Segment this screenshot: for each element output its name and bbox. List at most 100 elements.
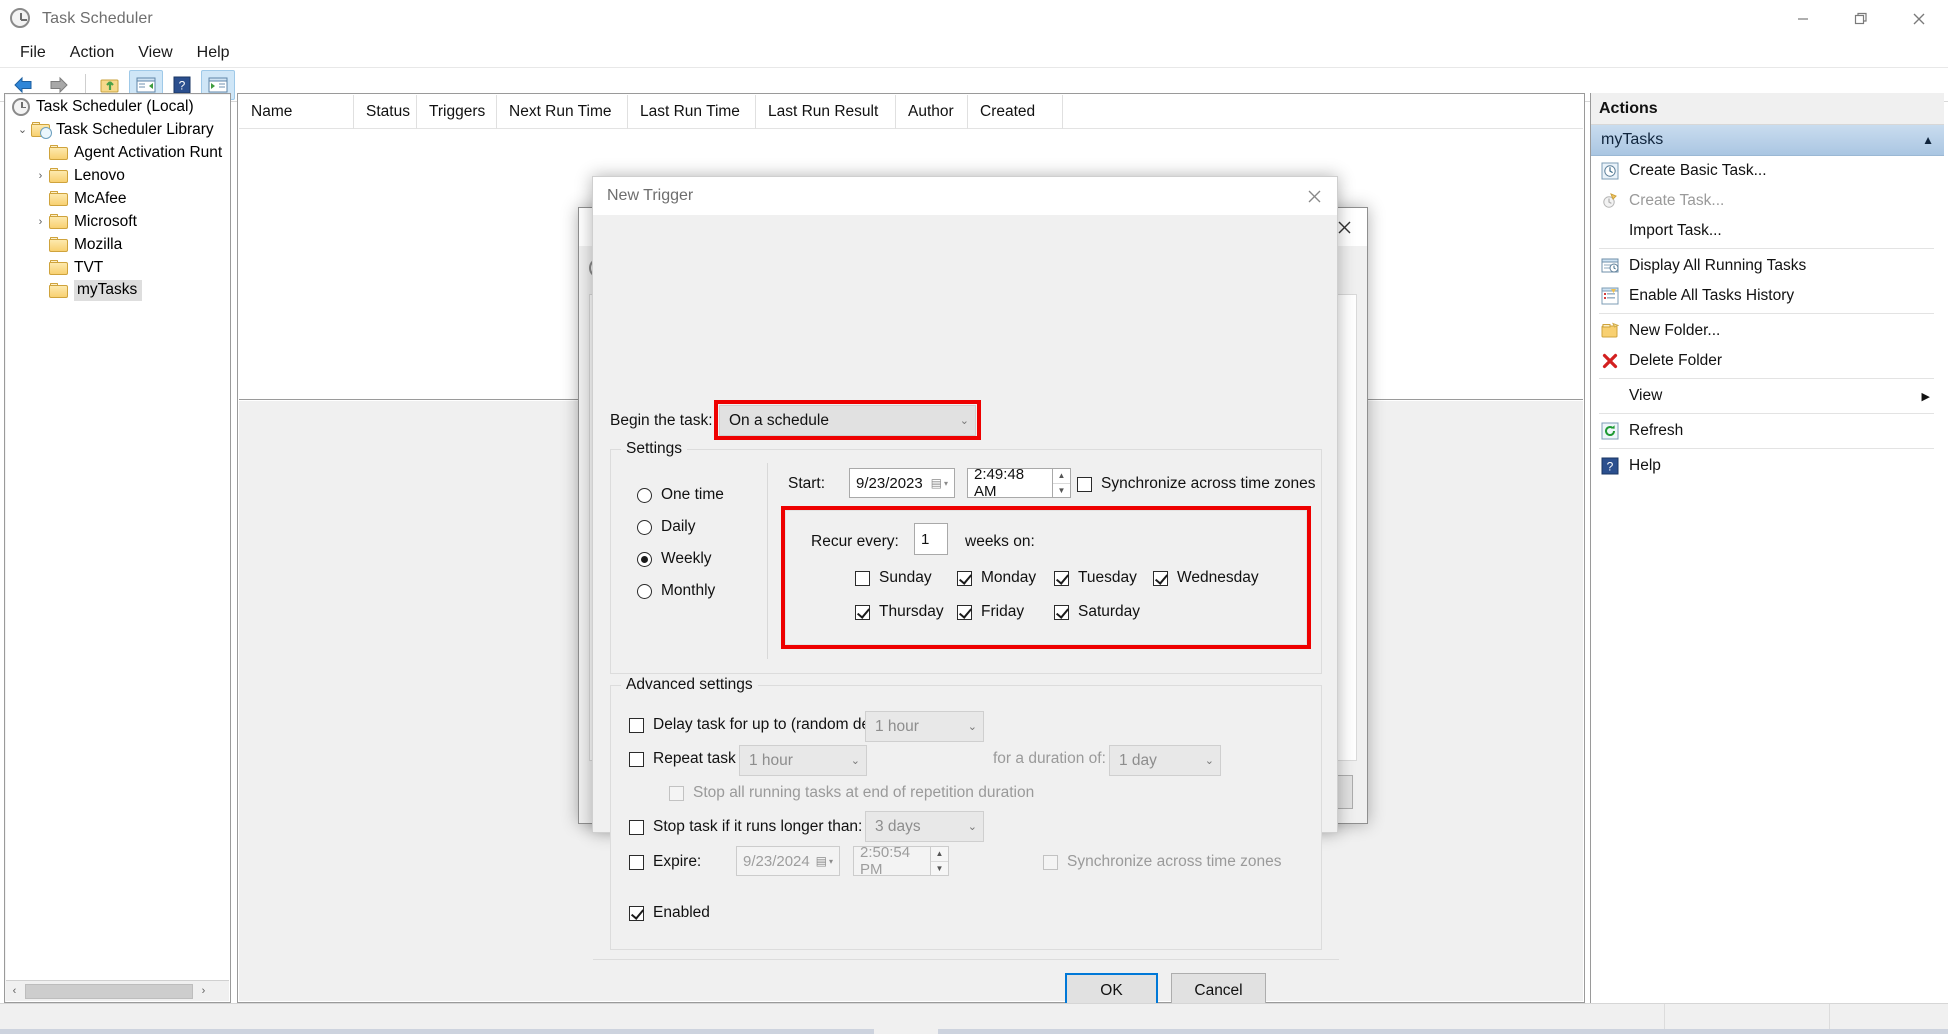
menu-action[interactable]: Action: [58, 41, 126, 65]
checkbox-icon[interactable]: [629, 717, 644, 733]
expire-date-field[interactable]: 9/23/2024 ▤ ▾: [736, 846, 840, 876]
spinner-up-arrow-icon[interactable]: ▲: [1053, 469, 1070, 484]
radio-button-icon[interactable]: [637, 551, 652, 567]
column-header-last-run-time[interactable]: Last Run Time: [628, 94, 756, 129]
day-checkbox-tuesday[interactable]: Tuesday: [1054, 569, 1137, 587]
menu-view[interactable]: View: [126, 41, 184, 65]
chevron-right-icon[interactable]: ▶: [1922, 390, 1930, 403]
checkbox-icon[interactable]: [629, 905, 644, 921]
column-header-author[interactable]: Author: [896, 94, 968, 129]
radio-daily[interactable]: Daily: [637, 511, 747, 543]
minimize-button[interactable]: [1774, 0, 1832, 38]
chevron-right-icon[interactable]: ›: [32, 170, 49, 182]
action-import-task[interactable]: Import Task...: [1591, 216, 1944, 246]
checkbox-icon[interactable]: [1054, 570, 1069, 586]
actions-group-mytasks[interactable]: myTasks ▲: [1591, 125, 1944, 156]
chevron-down-icon[interactable]: ⌄: [960, 414, 969, 427]
tree-item-mcafee[interactable]: McAfee: [6, 187, 229, 210]
delay-task-combobox[interactable]: 1 hour ⌄: [865, 711, 984, 742]
scroll-left-arrow-icon[interactable]: ‹: [6, 985, 23, 997]
maximize-restore-button[interactable]: [1832, 0, 1890, 38]
spinner-up-arrow-icon[interactable]: ▲: [931, 847, 948, 862]
recur-every-input[interactable]: 1: [914, 523, 948, 555]
day-checkbox-friday[interactable]: Friday: [957, 603, 1024, 621]
expire-time-field[interactable]: 2:50:54 PM: [853, 844, 931, 878]
day-checkbox-monday[interactable]: Monday: [957, 569, 1036, 587]
radio-one-time[interactable]: One time: [637, 479, 747, 511]
checkbox-icon[interactable]: [855, 570, 870, 586]
checkbox-icon[interactable]: [629, 819, 644, 835]
radio-button-icon[interactable]: [637, 583, 652, 599]
spinner-down-arrow-icon[interactable]: ▼: [1053, 484, 1070, 498]
expire-checkbox-row[interactable]: Expire:: [629, 853, 701, 871]
duration-combobox[interactable]: 1 day ⌄: [1109, 745, 1221, 776]
tree-item-lenovo[interactable]: › Lenovo: [6, 164, 229, 187]
sync-timezones-checkbox-row[interactable]: Synchronize across time zones: [1077, 475, 1316, 493]
action-create-task[interactable]: Create Task...: [1591, 186, 1944, 216]
radio-button-icon[interactable]: [637, 487, 652, 503]
day-checkbox-sunday[interactable]: Sunday: [855, 569, 932, 587]
expire-sync-timezones-checkbox-row[interactable]: Synchronize across time zones: [1043, 853, 1282, 871]
chevron-down-icon[interactable]: ⌄: [1205, 754, 1214, 767]
action-view[interactable]: View ▶: [1591, 381, 1944, 411]
tree-item-root[interactable]: Task Scheduler (Local): [6, 95, 229, 118]
action-new-folder[interactable]: New Folder...: [1591, 316, 1944, 346]
scroll-right-arrow-icon[interactable]: ›: [195, 985, 212, 997]
checkbox-icon[interactable]: [957, 604, 972, 620]
spinner-down-arrow-icon[interactable]: ▼: [931, 862, 948, 876]
checkbox-icon[interactable]: [1077, 476, 1092, 492]
close-button[interactable]: [1890, 0, 1948, 38]
menu-file[interactable]: File: [8, 41, 58, 65]
column-header-name[interactable]: Name: [239, 94, 354, 129]
start-time-spinbox[interactable]: 2:49:48 AM ▲ ▼: [967, 466, 1071, 500]
stop-task-duration-combobox[interactable]: 3 days ⌄: [865, 811, 984, 842]
tree-item-library[interactable]: ⌄ Task Scheduler Library: [6, 118, 229, 141]
repeat-interval-combobox[interactable]: 1 hour ⌄: [739, 745, 867, 776]
new-trigger-close-button[interactable]: [1291, 177, 1337, 215]
checkbox-icon[interactable]: [1153, 570, 1168, 586]
action-create-basic-task[interactable]: Create Basic Task...: [1591, 156, 1944, 186]
radio-button-icon[interactable]: [637, 519, 652, 535]
column-header-created[interactable]: Created: [968, 94, 1063, 129]
day-checkbox-wednesday[interactable]: Wednesday: [1153, 569, 1259, 587]
action-delete-folder[interactable]: Delete Folder: [1591, 346, 1944, 376]
checkbox-icon[interactable]: [957, 570, 972, 586]
day-checkbox-thursday[interactable]: Thursday: [855, 603, 944, 621]
menu-help[interactable]: Help: [185, 41, 242, 65]
checkbox-icon[interactable]: [629, 854, 644, 870]
action-help[interactable]: ? Help: [1591, 451, 1944, 481]
tree-item-microsoft[interactable]: › Microsoft: [6, 210, 229, 233]
action-refresh[interactable]: Refresh: [1591, 416, 1944, 446]
action-display-all-running-tasks[interactable]: Display All Running Tasks: [1591, 251, 1944, 281]
calendar-dropdown-icon[interactable]: ▤ ▾: [816, 854, 833, 868]
delay-task-checkbox-row[interactable]: Delay task for up to (random delay):: [629, 716, 899, 734]
column-header-status[interactable]: Status: [354, 94, 417, 129]
column-header-triggers[interactable]: Triggers: [417, 94, 497, 129]
expire-time-spinner[interactable]: ▲ ▼: [931, 846, 949, 876]
chevron-right-icon[interactable]: ›: [32, 216, 49, 228]
start-time-field[interactable]: 2:49:48 AM: [967, 466, 1053, 500]
stop-task-if-longer-checkbox-row[interactable]: Stop task if it runs longer than:: [629, 818, 862, 836]
action-enable-all-tasks-history[interactable]: Enable All Tasks History: [1591, 281, 1944, 311]
chevron-down-icon[interactable]: ⌄: [851, 754, 860, 767]
chevron-down-icon[interactable]: ⌄: [14, 123, 31, 136]
radio-monthly[interactable]: Monthly: [637, 575, 747, 607]
start-time-spinner[interactable]: ▲ ▼: [1053, 468, 1071, 498]
chevron-down-icon[interactable]: ⌄: [968, 820, 977, 833]
radio-weekly[interactable]: Weekly: [637, 543, 747, 575]
chevron-up-icon[interactable]: ▲: [1922, 133, 1934, 147]
checkbox-icon[interactable]: [669, 785, 684, 801]
tree-item-mytasks[interactable]: myTasks: [6, 279, 229, 302]
start-date-field[interactable]: 9/23/2023 ▤ ▾: [849, 468, 955, 498]
enabled-checkbox-row[interactable]: Enabled: [629, 904, 710, 922]
checkbox-icon[interactable]: [1054, 604, 1069, 620]
checkbox-icon[interactable]: [855, 604, 870, 620]
tree-item-mozilla[interactable]: Mozilla: [6, 233, 229, 256]
tree-item-tvt[interactable]: TVT: [6, 256, 229, 279]
checkbox-icon[interactable]: [1043, 854, 1058, 870]
chevron-down-icon[interactable]: ⌄: [968, 720, 977, 733]
expire-time-spinbox[interactable]: 2:50:54 PM ▲ ▼: [853, 844, 949, 878]
tree-horizontal-scrollbar[interactable]: ‹ ›: [6, 980, 229, 1001]
column-header-last-run-result[interactable]: Last Run Result: [756, 94, 896, 129]
begin-task-combobox[interactable]: On a schedule ⌄: [719, 405, 976, 436]
